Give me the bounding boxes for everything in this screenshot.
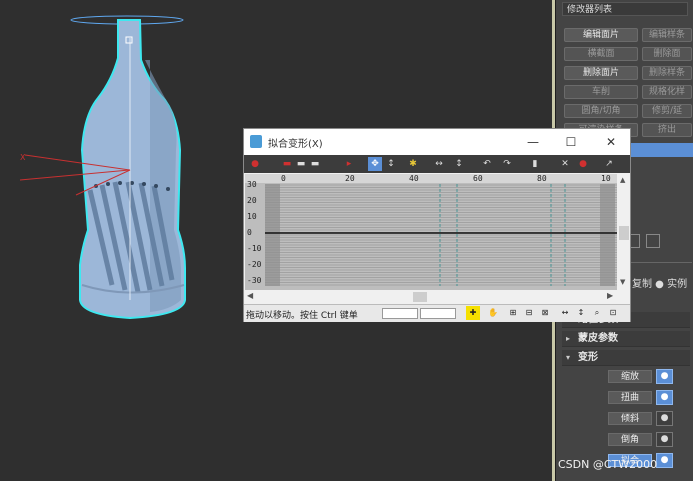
- zoom-vertical-extents-icon[interactable]: ⊠: [538, 306, 552, 320]
- graph-grid: [265, 184, 617, 286]
- x-value-field[interactable]: [382, 308, 418, 319]
- modifier-button[interactable]: 删除面片: [564, 66, 638, 80]
- zoom-horizontal-extents-icon[interactable]: ⊟: [522, 306, 536, 320]
- delete-curve-icon[interactable]: ●: [576, 157, 590, 171]
- copy-instance-options[interactable]: 复制 ● 实例: [632, 275, 693, 290]
- stack-config-icon[interactable]: [646, 234, 660, 248]
- y-tick-label: 0: [247, 228, 252, 237]
- rollout-skin-params[interactable]: ▸ 蒙皮参数: [562, 331, 690, 347]
- y-value-field[interactable]: [420, 308, 456, 319]
- scale-control-point-icon[interactable]: ↕: [384, 157, 398, 171]
- pan-icon[interactable]: ✋: [486, 306, 500, 320]
- right-margin-band: [600, 184, 615, 286]
- swap-axes-icon[interactable]: ▸: [342, 157, 356, 171]
- left-margin-band: [265, 184, 280, 286]
- light-bulb-icon[interactable]: ●: [656, 432, 673, 447]
- axis-x-label: X: [20, 153, 26, 162]
- dialog-titlebar[interactable]: 拟合变形(X) — ☐ ✕: [244, 129, 630, 155]
- modifier-button[interactable]: 修剪/延: [642, 104, 692, 118]
- modifier-button[interactable]: 编辑面片: [564, 28, 638, 42]
- zoom-vertical-icon[interactable]: ↕: [574, 306, 588, 320]
- modifier-button[interactable]: 圆角/切角: [564, 104, 638, 118]
- fit-deformation-dialog: 拟合变形(X) — ☐ ✕ ● ▬ ▬ ▬ ▸ ✥ ↕ ✱ ↔ ↕ ↶ ↷ ▮ …: [243, 128, 631, 322]
- y-tick-label: 10: [247, 212, 257, 221]
- dialog-status-bar: 拖动以移动。按住 Ctrl 键单 ✚ ✋ ⊞ ⊟ ⊠ ↔ ↕ ⌕ ⊡: [244, 304, 630, 322]
- scroll-right-icon[interactable]: ▶: [607, 291, 613, 300]
- display-y-axis-icon[interactable]: ▬: [294, 157, 308, 171]
- mirror-vertical-icon[interactable]: ↕: [452, 157, 466, 171]
- x-tick-label: 0: [281, 174, 286, 183]
- modifier-list-dropdown[interactable]: 修改器列表: [562, 2, 688, 16]
- scroll-left-icon[interactable]: ◀: [247, 291, 253, 300]
- x-tick-label: 80: [537, 174, 547, 183]
- close-button[interactable]: ✕: [596, 133, 626, 151]
- light-bulb-icon[interactable]: ●: [656, 390, 673, 405]
- y-tick-label: -20: [247, 260, 262, 269]
- vertical-scrollbar[interactable]: ▲ ▼: [618, 174, 630, 290]
- move-control-point-icon[interactable]: ✥: [368, 157, 382, 171]
- deformation-graph[interactable]: 0 20 40 60 80 10 30 20 10 0 -10 -20 -30: [245, 174, 617, 290]
- rotate-cw-icon[interactable]: ↷: [500, 157, 514, 171]
- deform-teeter-button[interactable]: 倾斜: [608, 412, 652, 425]
- status-text: 拖动以移动。按住 Ctrl 键单: [246, 311, 358, 321]
- minimize-button[interactable]: —: [518, 133, 548, 151]
- modifier-button[interactable]: 删除样条: [642, 66, 692, 80]
- scroll-up-icon[interactable]: ▲: [620, 176, 625, 184]
- scroll-thumb[interactable]: [619, 226, 629, 240]
- rollout-label: 蒙皮参数: [578, 333, 618, 344]
- mirror-horizontal-icon[interactable]: ↔: [432, 157, 446, 171]
- deform-scale-button[interactable]: 缩放: [608, 370, 652, 383]
- rollout-deformations[interactable]: ▾ 变形: [562, 350, 690, 366]
- light-bulb-icon[interactable]: ●: [656, 453, 673, 468]
- modifier-button[interactable]: 编辑样条: [642, 28, 692, 42]
- modifier-button[interactable]: 横截面: [564, 47, 638, 61]
- modifier-button[interactable]: 车削: [564, 85, 638, 99]
- app-icon: [250, 135, 262, 148]
- get-shape-icon[interactable]: ↗: [602, 157, 616, 171]
- y-tick-label: 30: [247, 180, 257, 189]
- light-bulb-icon[interactable]: ●: [656, 369, 673, 384]
- y-tick-label: 20: [247, 196, 257, 205]
- y-tick-label: -30: [247, 276, 262, 285]
- scroll-down-icon[interactable]: ▼: [620, 278, 625, 286]
- modifier-button[interactable]: 挤出: [642, 123, 692, 137]
- zoom-region-icon[interactable]: ⊡: [606, 306, 620, 320]
- rollout-label: 变形: [578, 352, 598, 363]
- graph-canvas: [245, 174, 617, 290]
- y-tick-label: -10: [247, 244, 262, 253]
- dialog-title: 拟合变形(X): [268, 139, 323, 150]
- zoom-extents-icon[interactable]: ⊞: [506, 306, 520, 320]
- delete-control-point-icon[interactable]: ▮: [528, 157, 542, 171]
- scroll-thumb[interactable]: [413, 292, 427, 302]
- reset-curve-icon[interactable]: ✕: [558, 157, 572, 171]
- zoom-horizontal-icon[interactable]: ↔: [558, 306, 572, 320]
- deform-bevel-button[interactable]: 倒角: [608, 433, 652, 446]
- x-tick-label: 60: [473, 174, 483, 183]
- maximize-button[interactable]: ☐: [556, 133, 586, 151]
- x-ruler: [245, 174, 617, 183]
- x-tick-label: 20: [345, 174, 355, 183]
- pan-lock-icon[interactable]: ✚: [466, 306, 480, 320]
- watermark: CSDN @CTW2000: [558, 458, 658, 471]
- x-tick-label: 40: [409, 174, 419, 183]
- collapse-icon: ▾: [566, 353, 571, 362]
- modifier-button[interactable]: 规格化样: [642, 85, 692, 99]
- x-tick-label: 10: [601, 174, 611, 183]
- expand-icon: ▸: [566, 334, 571, 343]
- horizontal-scrollbar[interactable]: ◀ ▶: [245, 291, 617, 303]
- insert-corner-point-icon[interactable]: ✱: [406, 157, 420, 171]
- display-x-axis-icon[interactable]: ▬: [280, 157, 294, 171]
- deform-twist-button[interactable]: 扭曲: [608, 391, 652, 404]
- light-bulb-icon[interactable]: ●: [656, 411, 673, 426]
- rotate-ccw-icon[interactable]: ↶: [480, 157, 494, 171]
- dialog-toolbar: ● ▬ ▬ ▬ ▸ ✥ ↕ ✱ ↔ ↕ ↶ ↷ ▮ ✕ ● ↗: [244, 155, 630, 173]
- make-symmetrical-icon[interactable]: ●: [248, 157, 262, 171]
- modifier-button[interactable]: 删除面: [642, 47, 692, 61]
- display-xy-axes-icon[interactable]: ▬: [308, 157, 322, 171]
- zoom-icon[interactable]: ⌕: [590, 306, 604, 320]
